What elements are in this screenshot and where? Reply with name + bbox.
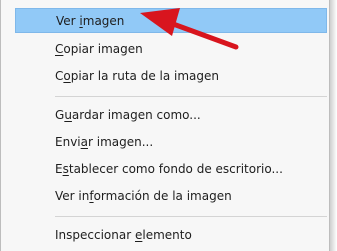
- menu-item-ver-imagen[interactable]: Ver imagen: [15, 8, 327, 33]
- menu-item-copiar-imagen[interactable]: Copiar imagen: [15, 37, 327, 62]
- menu-item-label: Copiar la ruta de la imagen: [55, 69, 219, 83]
- menu-separator: [55, 96, 327, 97]
- menu-separator: [55, 216, 327, 217]
- menu-item-label: Guardar imagen como...: [55, 108, 201, 122]
- menu-item-label: Inspeccionar elemento: [55, 228, 192, 242]
- menu-item-label: Ver imagen: [56, 14, 125, 28]
- menu-item-guardar-imagen[interactable]: Guardar imagen como...: [15, 103, 327, 128]
- menu-item-label: Ver información de la imagen: [55, 189, 232, 203]
- menu-item-ver-informacion[interactable]: Ver información de la imagen: [15, 184, 327, 209]
- menu-item-inspeccionar-elemento[interactable]: Inspeccionar elemento: [15, 223, 327, 248]
- menu-item-enviar-imagen[interactable]: Enviar imagen...: [15, 130, 327, 155]
- menu-item-label: Enviar imagen...: [55, 135, 154, 149]
- context-menu: Ver imagen Copiar imagen Copiar la ruta …: [0, 0, 330, 251]
- menu-item-establecer-fondo[interactable]: Establecer como fondo de escritorio...: [15, 157, 327, 182]
- menu-shadow: [330, 0, 337, 251]
- menu-item-copiar-ruta[interactable]: Copiar la ruta de la imagen: [15, 64, 327, 89]
- menu-item-label: Establecer como fondo de escritorio...: [55, 162, 283, 176]
- menu-item-label: Copiar imagen: [55, 42, 143, 56]
